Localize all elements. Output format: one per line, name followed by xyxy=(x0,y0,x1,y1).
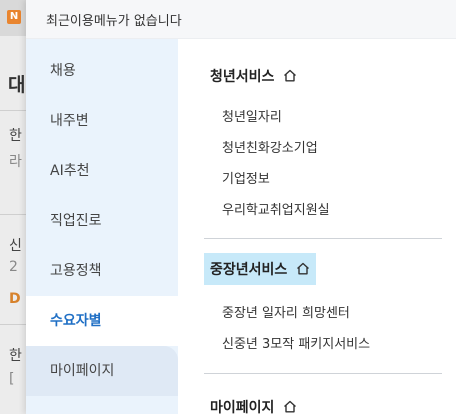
background-topbar: N xyxy=(0,0,26,36)
site-logo-icon[interactable]: N xyxy=(7,10,21,24)
background-card-text: [ xyxy=(9,371,15,387)
submenu-panel: 청년서비스 청년일자리 청년친화강소기업 기업정보 우리학교취업지원실 중장년서… xyxy=(178,39,456,414)
nav-item-mypage[interactable]: 마이페이지 xyxy=(26,346,178,396)
background-card-text: 2 xyxy=(9,259,18,275)
background-card[interactable]: 한 라 xyxy=(0,110,26,215)
nav-item-recruitment[interactable]: 채용 xyxy=(26,46,178,96)
background-card[interactable]: 한 [ xyxy=(0,324,26,414)
nav-item-ai-recommend[interactable]: AI추천 xyxy=(26,146,178,196)
nav-item-by-user-type[interactable]: 수요자별 xyxy=(26,296,178,346)
background-page: N 대 한 라 신 2 D 한 [ xyxy=(0,0,26,414)
background-card-badge: D xyxy=(9,291,21,307)
nav-item-career[interactable]: 직업진로 xyxy=(26,196,178,246)
section-mypage[interactable]: 마이페이지 xyxy=(210,397,297,414)
background-card-title: 한 xyxy=(9,128,22,144)
section-middle-aged-service[interactable]: 중장년서비스 xyxy=(204,253,317,285)
section-divider xyxy=(204,373,442,374)
background-card[interactable]: 신 2 D xyxy=(0,214,26,325)
home-icon xyxy=(297,262,310,275)
link-new-middle-aged-package[interactable]: 신중년 3모작 패키지서비스 xyxy=(222,333,370,352)
screen: N 대 한 라 신 2 D 한 [ 최근이용메뉴가 없습니다 채용 내주변 AI… xyxy=(0,0,456,414)
section-divider xyxy=(204,238,442,239)
background-heading: 대 xyxy=(8,74,26,96)
link-company-info[interactable]: 기업정보 xyxy=(222,168,270,187)
section-youth-service[interactable]: 청년서비스 xyxy=(210,66,297,86)
nav-item-employment-policy[interactable]: 고용정책 xyxy=(26,246,178,296)
background-card-title: 한 xyxy=(9,348,22,364)
section-title-label: 중장년서비스 xyxy=(210,262,288,278)
nav-item-nearby[interactable]: 내주변 xyxy=(26,96,178,146)
link-youth-jobs[interactable]: 청년일자리 xyxy=(222,106,282,125)
section-title-label: 마이페이지 xyxy=(210,400,275,414)
home-icon xyxy=(284,400,297,413)
recent-menu-message: 최근이용메뉴가 없습니다 xyxy=(46,14,182,29)
home-icon xyxy=(284,69,297,82)
category-nav: 채용 내주변 AI추천 직업진로 고용정책 수요자별 마이페이지 xyxy=(26,39,178,414)
background-card-title: 신 xyxy=(9,238,22,254)
link-middle-aged-job-center[interactable]: 중장년 일자리 희망센터 xyxy=(222,302,350,321)
link-youth-friendly-companies[interactable]: 청년친화강소기업 xyxy=(222,137,318,156)
background-card-text: 라 xyxy=(9,154,22,170)
all-menu-panel: 최근이용메뉴가 없습니다 채용 내주변 AI추천 직업진로 고용정책 수요자별 … xyxy=(26,0,456,414)
link-school-career-office[interactable]: 우리학교취업지원실 xyxy=(222,199,330,218)
section-title-label: 청년서비스 xyxy=(210,69,275,85)
recent-menu-bar: 최근이용메뉴가 없습니다 xyxy=(26,0,456,39)
